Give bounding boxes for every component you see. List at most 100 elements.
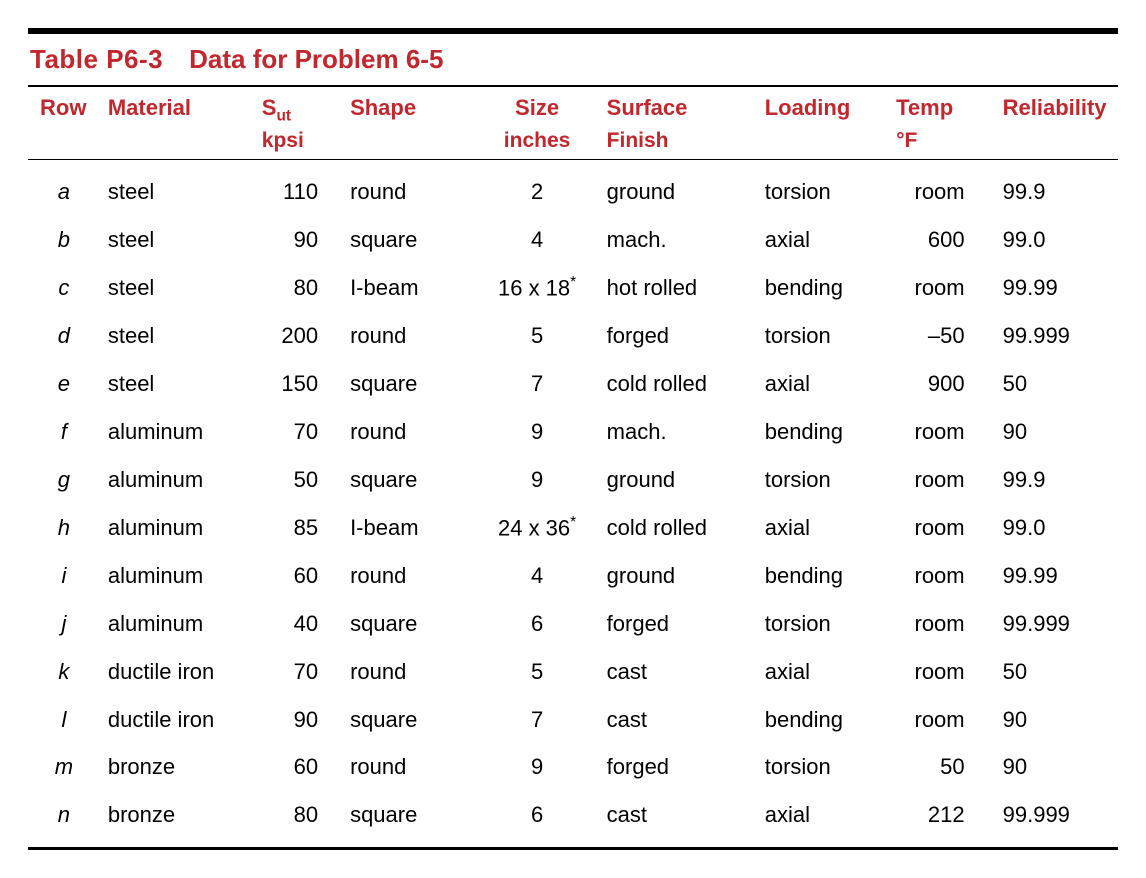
cell-sut: 70 [254, 648, 342, 696]
cell-surface: ground [599, 456, 757, 504]
cell-temp: room [888, 160, 987, 216]
cell-size: 9 [475, 743, 598, 791]
cell-loading: torsion [757, 160, 888, 216]
header-row: Row [28, 86, 100, 128]
header-sut: Sut [254, 86, 342, 128]
cell-size: 4 [475, 216, 598, 264]
cell-shape: square [342, 360, 475, 408]
cell-shape: square [342, 791, 475, 847]
cell-row: m [28, 743, 100, 791]
cell-row: h [28, 504, 100, 552]
header-material: Material [100, 86, 254, 128]
data-table: Table P6-3 Data for Problem 6-5 Row Mate… [28, 28, 1118, 850]
cell-material: steel [100, 360, 254, 408]
cell-row: n [28, 791, 100, 847]
cell-loading: bending [757, 408, 888, 456]
table-row: nbronze80square6castaxial21299.999 [28, 791, 1118, 847]
table-row: mbronze60round9forgedtorsion5090 [28, 743, 1118, 791]
cell-temp: room [888, 504, 987, 552]
cell-loading: bending [757, 696, 888, 744]
cell-loading: axial [757, 504, 888, 552]
cell-temp: 50 [888, 743, 987, 791]
cell-temp: 212 [888, 791, 987, 847]
table-row: esteel150square7cold rolledaxial90050 [28, 360, 1118, 408]
cell-material: steel [100, 160, 254, 216]
cell-loading: torsion [757, 312, 888, 360]
cell-shape: round [342, 408, 475, 456]
cell-shape: round [342, 743, 475, 791]
cell-surface: forged [599, 312, 757, 360]
cell-temp: 600 [888, 216, 987, 264]
cell-surface: forged [599, 743, 757, 791]
cell-sut: 80 [254, 264, 342, 312]
cell-reliability: 50 [987, 360, 1118, 408]
cell-material: steel [100, 312, 254, 360]
table-row: jaluminum40square6forgedtorsionroom99.99… [28, 600, 1118, 648]
cell-surface: cast [599, 648, 757, 696]
cell-sut: 80 [254, 791, 342, 847]
cell-size: 24 x 36* [475, 504, 598, 552]
cell-surface: cold rolled [599, 504, 757, 552]
cell-row: l [28, 696, 100, 744]
cell-loading: torsion [757, 743, 888, 791]
cell-material: bronze [100, 743, 254, 791]
header-sut-unit: kpsi [254, 128, 342, 160]
table-header: Row Material Sut Shape Size Surface Load… [28, 86, 1118, 160]
cell-size: 9 [475, 408, 598, 456]
cell-temp: room [888, 408, 987, 456]
cell-loading: torsion [757, 600, 888, 648]
cell-size: 5 [475, 648, 598, 696]
header-temp-unit: °F [888, 128, 987, 160]
table-body: asteel110round2groundtorsionroom99.9bste… [28, 160, 1118, 848]
cell-loading: bending [757, 264, 888, 312]
table-row: asteel110round2groundtorsionroom99.9 [28, 160, 1118, 216]
cell-material: ductile iron [100, 648, 254, 696]
table-row: dsteel200round5forgedtorsion–5099.999 [28, 312, 1118, 360]
cell-material: bronze [100, 791, 254, 847]
cell-loading: torsion [757, 456, 888, 504]
cell-material: steel [100, 216, 254, 264]
cell-temp: 900 [888, 360, 987, 408]
cell-reliability: 99.999 [987, 600, 1118, 648]
cell-row: k [28, 648, 100, 696]
cell-row: e [28, 360, 100, 408]
cell-size: 7 [475, 696, 598, 744]
table-row: kductile iron70round5castaxialroom50 [28, 648, 1118, 696]
header-loading: Loading [757, 86, 888, 128]
table-row: bsteel90square4mach.axial60099.0 [28, 216, 1118, 264]
table-row: haluminum85I-beam24 x 36*cold rolledaxia… [28, 504, 1118, 552]
cell-surface: ground [599, 160, 757, 216]
cell-surface: cast [599, 696, 757, 744]
cell-material: aluminum [100, 504, 254, 552]
cell-temp: room [888, 552, 987, 600]
cell-row: b [28, 216, 100, 264]
cell-reliability: 99.999 [987, 791, 1118, 847]
cell-sut: 90 [254, 216, 342, 264]
cell-row: g [28, 456, 100, 504]
cell-temp: –50 [888, 312, 987, 360]
header-size: Size [475, 86, 598, 128]
cell-sut: 60 [254, 743, 342, 791]
cell-temp: room [888, 696, 987, 744]
cell-size: 6 [475, 791, 598, 847]
cell-loading: axial [757, 216, 888, 264]
cell-sut: 60 [254, 552, 342, 600]
cell-reliability: 99.9 [987, 160, 1118, 216]
header-surface: Surface [599, 86, 757, 128]
cell-sut: 200 [254, 312, 342, 360]
cell-shape: square [342, 456, 475, 504]
cell-size: 5 [475, 312, 598, 360]
table-row: ialuminum60round4groundbendingroom99.99 [28, 552, 1118, 600]
cell-reliability: 99.99 [987, 264, 1118, 312]
cell-sut: 110 [254, 160, 342, 216]
cell-reliability: 99.99 [987, 552, 1118, 600]
cell-shape: square [342, 600, 475, 648]
cell-row: j [28, 600, 100, 648]
cell-row: a [28, 160, 100, 216]
cell-material: aluminum [100, 600, 254, 648]
cell-sut: 85 [254, 504, 342, 552]
cell-shape: I-beam [342, 504, 475, 552]
cell-sut: 50 [254, 456, 342, 504]
cell-sut: 150 [254, 360, 342, 408]
cell-sut: 70 [254, 408, 342, 456]
